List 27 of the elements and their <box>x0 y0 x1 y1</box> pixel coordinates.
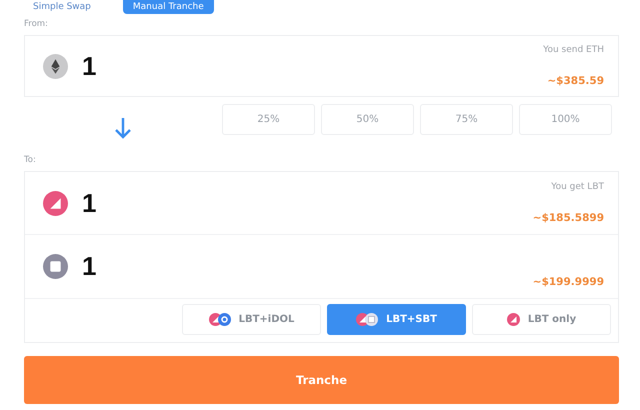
to-label: To: <box>24 155 37 165</box>
usd-value: ~$199.9999 <box>532 276 604 288</box>
tab[interactable]: Manual Tranche <box>122 0 214 14</box>
from-label: From: <box>24 19 49 29</box>
pair-option-button[interactable]: LBT+SBT <box>327 304 466 335</box>
down-arrow-icon <box>115 117 131 139</box>
amount-value: 1 <box>82 188 98 218</box>
amount-value: 1 <box>82 50 98 82</box>
caption-text: You get LBT <box>551 182 604 192</box>
percent-button[interactable]: 75% <box>420 104 513 135</box>
token-pair-icon <box>208 313 231 326</box>
triangle-coin-icon <box>43 190 68 216</box>
token-pair-icon <box>356 313 378 326</box>
percent-button[interactable]: 25% <box>222 104 315 135</box>
caption-text: You send ETH <box>543 45 604 55</box>
token-icon <box>506 313 520 326</box>
percent-button[interactable]: 100% <box>519 104 612 135</box>
usd-value: ~$385.59 <box>547 75 604 87</box>
percent-button[interactable]: 50% <box>321 104 414 135</box>
amount-value: 1 <box>82 251 98 282</box>
tranche-button[interactable]: Tranche <box>24 356 619 404</box>
tab[interactable]: Simple Swap <box>33 0 101 14</box>
pair-option-button[interactable]: LBT only <box>472 304 611 335</box>
ethereum-icon <box>43 54 68 78</box>
pair-option-button[interactable]: LBT+iDOL <box>182 304 321 335</box>
usd-value: ~$185.5899 <box>532 212 604 224</box>
square-coin-icon <box>43 254 68 279</box>
